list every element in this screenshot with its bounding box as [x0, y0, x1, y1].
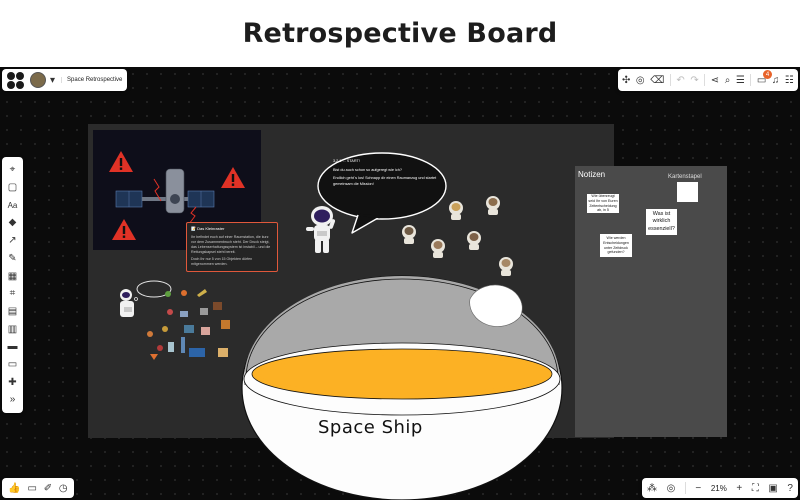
sticky-note-icon[interactable]: ▢	[2, 180, 23, 195]
warning-icon	[221, 167, 245, 188]
search-icon[interactable]: ⌕	[725, 75, 731, 86]
speech-bubble-text[interactable]: 3,2,1 ... START! Bist du auch schon so a…	[333, 159, 437, 191]
grid-icon[interactable]: ⁂	[647, 483, 657, 494]
task-card-paragraph: Ihr befindet euch auf einer Raumstation,…	[191, 234, 271, 254]
divider	[750, 74, 752, 86]
present-icon[interactable]: ▭	[28, 483, 37, 494]
small-astronaut-icon	[449, 201, 463, 220]
page-header: Retrospective Board	[0, 0, 800, 67]
user-avatar[interactable]	[30, 72, 46, 88]
puzzle-icon[interactable]: ✚	[2, 375, 23, 390]
page-title: Retrospective Board	[242, 18, 558, 49]
space-ship-label: Space Ship	[318, 417, 423, 438]
thinking-astronaut	[120, 280, 172, 317]
notification-badge: 4	[763, 70, 772, 79]
board-canvas[interactable]: Notizen Kartenstapel 📝 Das Kleinraster I…	[0, 67, 800, 500]
left-toolbar: ⌖ ▢ Aa ◆ ↗ ✎ ▦ ⌗ ▤ ▥ ▬ ▭ ✚ »	[2, 157, 23, 413]
hide-icon[interactable]: ◎	[636, 75, 645, 86]
bottom-left-toolbar: 👍 ▭ ✐ ◷	[2, 478, 74, 498]
comment-icon[interactable]: ▬	[2, 339, 23, 354]
zoom-level[interactable]: 21%	[711, 484, 727, 493]
notifications-icon[interactable]: ♫	[772, 75, 780, 86]
space-station-icon	[115, 168, 215, 225]
redo-icon[interactable]: ↷	[690, 75, 698, 86]
small-astronaut-icon	[402, 225, 416, 244]
task-card-paragraph: Doch Ihr nur 5 von 15 Objekten dürfen mi…	[191, 256, 253, 266]
board-menu: ▾ Space Retrospective	[2, 69, 128, 91]
sticky-note[interactable]: Wie werden Entscheidungen unter Zeitdruc…	[600, 234, 632, 257]
top-right-toolbar: ✣ ◎ ⌫ ↶ ↷ ⋖ ⌕ ☰ ▭ ♫ ☷ 4	[618, 69, 798, 91]
text-icon[interactable]: Aa	[2, 198, 23, 213]
eraser-icon[interactable]: ⌫	[650, 75, 664, 86]
select-icon[interactable]: ⌖	[2, 162, 23, 177]
card-icon[interactable]: ▭	[2, 357, 23, 372]
small-astronaut-icon	[431, 239, 445, 258]
more-menu-icon[interactable]: ☷	[785, 75, 794, 86]
divider	[669, 74, 671, 86]
table-icon[interactable]: ▦	[2, 269, 23, 284]
app-logo-icon[interactable]	[7, 71, 26, 89]
divider	[684, 482, 686, 494]
fit-screen-icon[interactable]: ⛶	[752, 483, 759, 494]
ai-assist-icon[interactable]: ✣	[622, 75, 630, 86]
shapes-icon[interactable]: ◆	[2, 215, 23, 230]
sticky-note[interactable]: Wie überzeugt seid Ihr von Euren Zeitent…	[587, 194, 619, 213]
speech-bubble-line: Endlich geht´s los! Schnapp dir einen Ra…	[333, 176, 437, 187]
undo-icon[interactable]: ↶	[676, 75, 684, 86]
bottom-right-toolbar: ⁂ ◎ − 21% + ⛶ ▣ ?	[642, 478, 798, 498]
speech-bubble-line: 3,2,1 ... START!	[333, 159, 360, 163]
connector-icon[interactable]: ↗	[2, 233, 23, 248]
more-icon[interactable]: »	[2, 392, 23, 407]
sticky-note[interactable]: Was ist wirklich essenziell?	[646, 209, 677, 235]
small-astronaut-icon	[467, 231, 481, 250]
task-card-title: 📝 Das Kleinraster	[191, 226, 225, 231]
warning-icon	[109, 151, 133, 172]
thumbs-up-icon[interactable]: 👍	[8, 483, 20, 494]
speech-bubble-line: Bist du auch schon so aufgeregt wie ich?	[333, 167, 403, 172]
item-icons	[147, 289, 230, 360]
space-ship-bowl	[241, 275, 563, 500]
zoom-in-icon[interactable]: +	[736, 483, 742, 494]
menu-icon[interactable]: ☰	[736, 75, 745, 86]
astronaut-figure	[306, 206, 336, 253]
help-icon[interactable]: ?	[787, 483, 793, 494]
pen-icon[interactable]: ✎	[2, 251, 23, 266]
template-icon[interactable]: ▥	[2, 322, 23, 337]
chevron-down-icon[interactable]: ▾	[50, 75, 55, 86]
compass-icon[interactable]: ◎	[667, 483, 676, 494]
divider	[704, 74, 706, 86]
warning-icon	[112, 219, 136, 240]
image-icon[interactable]: ▤	[2, 304, 23, 319]
minimap-icon[interactable]: ▣	[768, 483, 777, 494]
task-description-card[interactable]: 📝 Das Kleinraster Ihr befindet euch auf …	[186, 222, 278, 272]
frame-icon[interactable]: ⌗	[2, 286, 23, 301]
share-icon[interactable]: ⋖	[711, 75, 719, 86]
small-astronaut-icon	[486, 196, 500, 215]
board-name[interactable]: Space Retrospective	[61, 77, 122, 83]
zoom-out-icon[interactable]: −	[695, 483, 701, 494]
small-astronaut-icon	[499, 257, 513, 276]
laser-pointer-icon[interactable]: ✐	[44, 483, 52, 494]
timer-icon[interactable]: ◷	[59, 483, 68, 494]
sticky-note[interactable]	[677, 182, 698, 202]
